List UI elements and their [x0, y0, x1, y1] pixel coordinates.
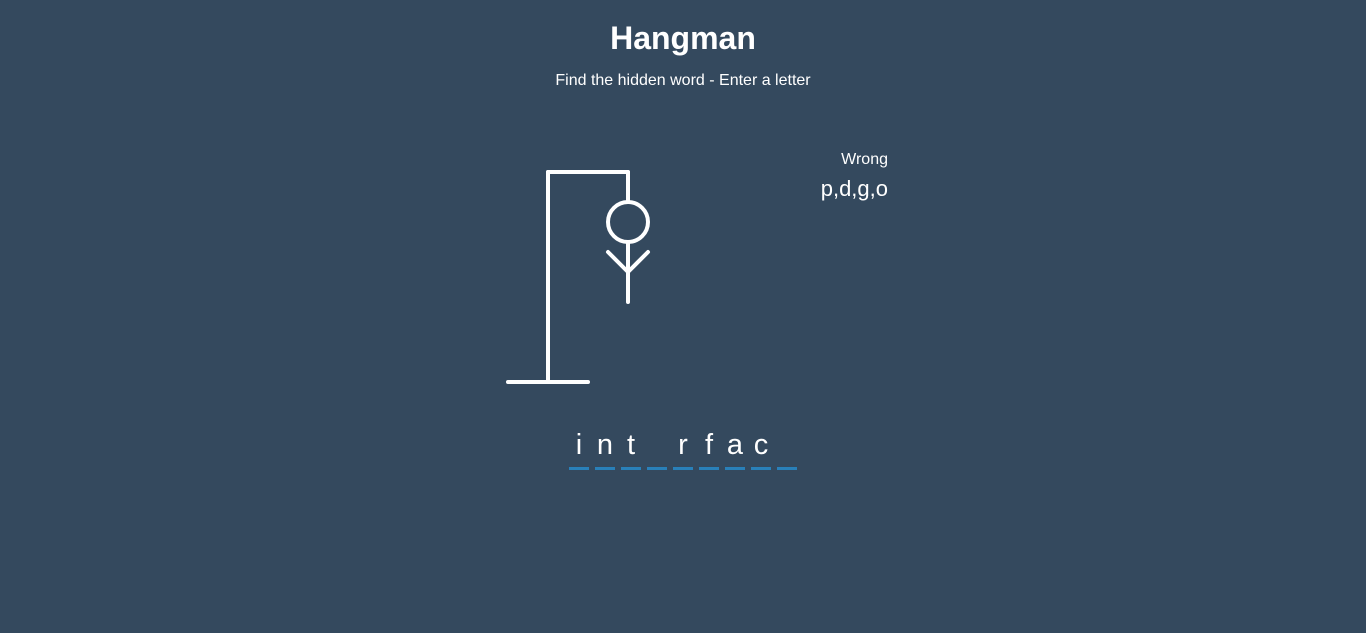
wrong-letters-panel: Wrong p,d,g,o	[760, 151, 888, 201]
word-letter: c	[751, 428, 771, 470]
figure-right-arm	[626, 250, 650, 274]
word-letter: f	[699, 428, 719, 470]
figure-left-arm	[606, 250, 630, 274]
word-letter	[647, 428, 667, 470]
word-letter: r	[673, 428, 693, 470]
word-letter: t	[621, 428, 641, 470]
hidden-word: i n t r f a c	[569, 428, 803, 470]
figure-head	[606, 200, 650, 244]
word-letter	[777, 428, 797, 470]
wrong-letters-list: p,d,g,o	[820, 176, 888, 201]
hangman-drawing	[506, 170, 650, 384]
word-letter: a	[725, 428, 745, 470]
word-letter: n	[595, 428, 615, 470]
wrong-letters-title: Wrong	[841, 151, 888, 168]
word-letter: i	[569, 428, 589, 470]
